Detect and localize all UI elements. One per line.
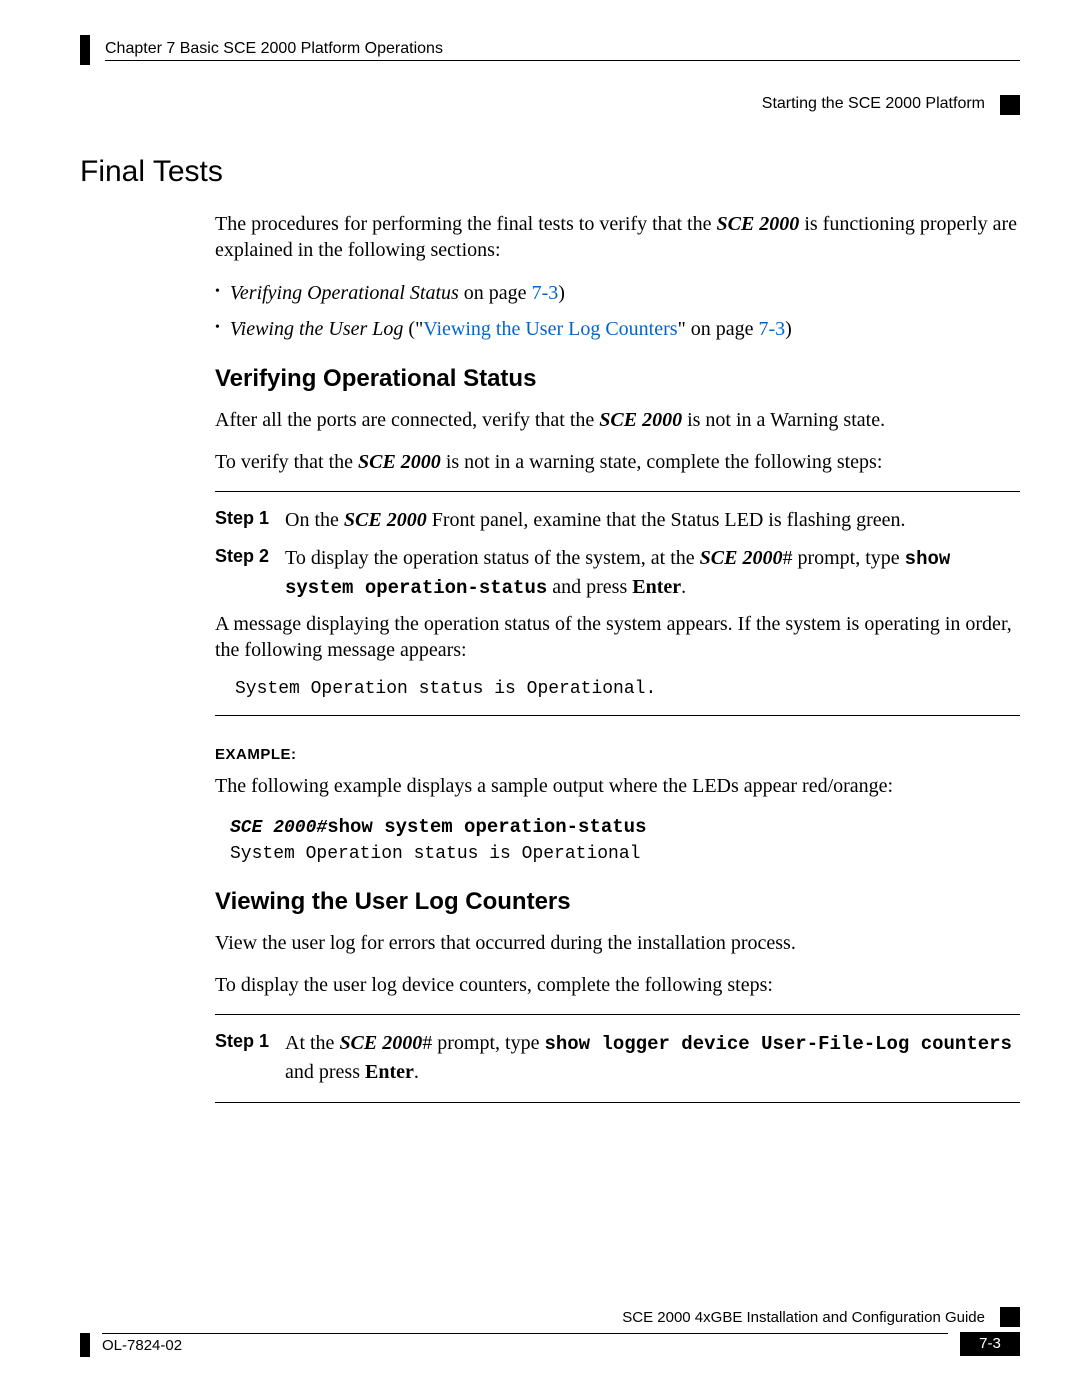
bullet-item: • Verifying Operational Status on page 7…	[215, 279, 1020, 307]
step-label: Step 1	[215, 506, 285, 534]
step-label: Step 2	[215, 544, 285, 601]
section-heading: Verifying Operational Status	[215, 365, 1020, 393]
xref-link[interactable]: 7-3	[758, 318, 785, 340]
chapter-label: Chapter 7 Basic SCE 2000 Platform Operat…	[105, 40, 443, 57]
code-block: SCE 2000#show system operation-status Sy…	[230, 815, 1020, 866]
step-content: At the SCE 2000# prompt, type show logge…	[285, 1029, 1020, 1086]
body-paragraph: To verify that the SCE 2000 is not in a …	[215, 449, 1020, 475]
body-paragraph: To display the user log device counters,…	[215, 972, 1020, 998]
step-content: To display the operation status of the s…	[285, 544, 1020, 601]
body-paragraph: After all the ports are connected, verif…	[215, 407, 1020, 433]
divider	[215, 715, 1020, 716]
step-row: Step 2 To display the operation status o…	[215, 544, 1020, 601]
xref-link[interactable]: 7-3	[532, 282, 559, 304]
example-label: EXAMPLE:	[215, 746, 1020, 763]
bullet-dot-icon: •	[215, 282, 220, 302]
header-black-box	[1000, 95, 1020, 115]
step-row: Step 1 On the SCE 2000 Front panel, exam…	[215, 506, 1020, 534]
footer-page-number: 7-3	[960, 1332, 1020, 1356]
bullet-item: • Viewing the User Log ("Viewing the Use…	[215, 315, 1020, 343]
header-section-row: Starting the SCE 2000 Platform	[80, 95, 1020, 115]
xref-link[interactable]: Viewing the User Log Counters	[423, 318, 677, 340]
bullet-dot-icon: •	[215, 318, 220, 338]
intro-paragraph: The procedures for performing the final …	[215, 211, 1020, 263]
header-left-bar	[80, 35, 90, 65]
footer-left-bar	[80, 1333, 90, 1357]
footer-black-box	[1000, 1307, 1020, 1327]
section-heading: Viewing the User Log Counters	[215, 888, 1020, 916]
step-content: On the SCE 2000 Front panel, examine tha…	[285, 506, 1020, 534]
code-output: System Operation status is Operational.	[235, 679, 1020, 699]
body-paragraph: The following example displays a sample …	[215, 773, 1020, 799]
footer-guide-title: SCE 2000 4xGBE Installation and Configur…	[622, 1309, 985, 1326]
page-title: Final Tests	[80, 155, 1020, 189]
body-paragraph: View the user log for errors that occurr…	[215, 930, 1020, 956]
section-label: Starting the SCE 2000 Platform	[762, 95, 985, 113]
step-label: Step 1	[215, 1029, 285, 1086]
divider	[215, 491, 1020, 492]
bullet-list: • Verifying Operational Status on page 7…	[215, 279, 1020, 343]
footer: SCE 2000 4xGBE Installation and Configur…	[80, 1307, 1020, 1357]
divider	[215, 1102, 1020, 1103]
divider	[215, 1014, 1020, 1015]
body-paragraph: A message displaying the operation statu…	[215, 611, 1020, 663]
header-chapter-row: Chapter 7 Basic SCE 2000 Platform Operat…	[80, 40, 1020, 65]
step-row: Step 1 At the SCE 2000# prompt, type sho…	[215, 1029, 1020, 1086]
footer-doc-id: OL-7824-02	[102, 1337, 182, 1354]
